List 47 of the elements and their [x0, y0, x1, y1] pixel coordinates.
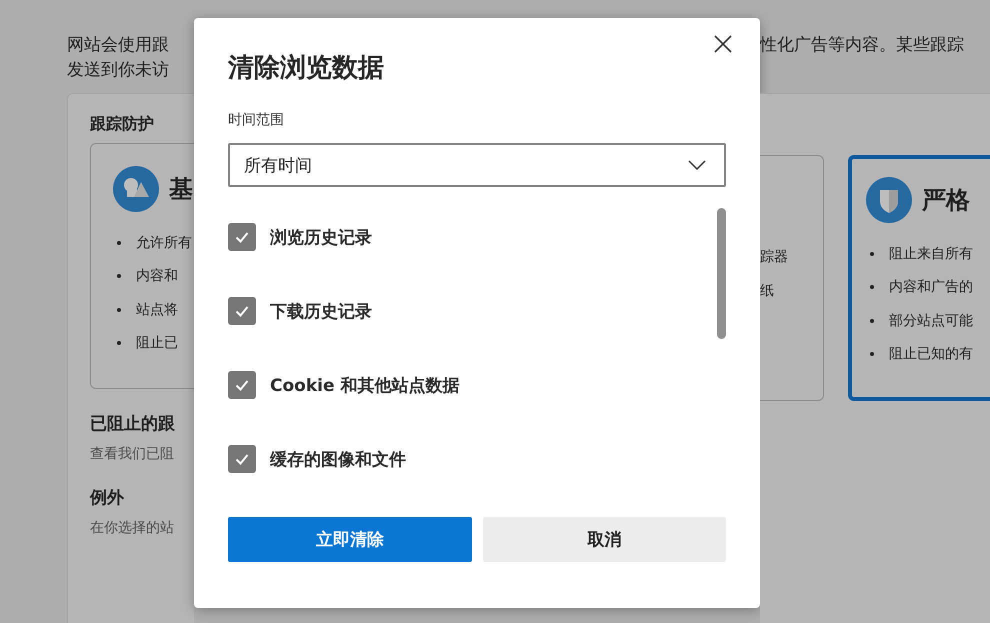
- description-text: 发送到你未访: [67, 59, 170, 82]
- shapes-icon: [113, 166, 159, 212]
- bullet-icon: [117, 274, 121, 278]
- bullet-text: 阻止已: [136, 334, 178, 352]
- checkbox-row[interactable]: Cookie 和其他站点数据: [228, 347, 717, 423]
- option-title: 严格: [922, 185, 970, 216]
- option-card[interactable]: 严格 阻止来自所有 内容和广告的 部分站点可能 阻止已知的有: [848, 155, 990, 401]
- field-label: 时间范围: [228, 111, 285, 129]
- checkbox-row[interactable]: 浏览历史记录: [228, 199, 717, 275]
- bullet-text: 阻止来自所有: [889, 244, 973, 263]
- shield-icon: [866, 177, 912, 223]
- section-title: 跟踪防护: [90, 114, 155, 135]
- chevron-down-icon: [688, 160, 706, 170]
- bullet-text: 纸: [760, 282, 775, 300]
- scrollbar-thumb[interactable]: [717, 208, 726, 339]
- option-title: 基: [169, 174, 193, 205]
- close-button[interactable]: [713, 34, 733, 54]
- dialog-title: 清除浏览数据: [228, 52, 384, 85]
- bullet-text: 阻止已知的有: [889, 345, 973, 364]
- checkbox[interactable]: [228, 223, 256, 251]
- bullet-icon: [870, 352, 874, 356]
- bullet-icon: [870, 285, 874, 290]
- cancel-button[interactable]: 取消: [482, 517, 726, 562]
- bullet-text: 部分站点可能: [889, 312, 973, 330]
- close-icon: [714, 35, 732, 53]
- checkbox[interactable]: [228, 445, 256, 473]
- bullet-text: 内容和广告的: [889, 278, 973, 296]
- bullet-text: 踪器: [760, 248, 789, 267]
- bullet-icon: [117, 308, 121, 312]
- section-title: 已阻止的跟: [90, 413, 176, 435]
- bullet-text: 站点将: [136, 300, 178, 319]
- bullet-icon: [117, 341, 121, 346]
- checkbox-row[interactable]: 下载历史记录: [228, 273, 717, 349]
- section-title: 例外: [90, 487, 125, 509]
- bullet-text: 内容和: [136, 267, 178, 286]
- bullet-text: 允许所有: [136, 234, 192, 252]
- checkbox[interactable]: [228, 371, 256, 399]
- checkbox[interactable]: [228, 297, 256, 325]
- section-description: 在你选择的站: [90, 519, 175, 537]
- bullet-icon: [870, 252, 874, 256]
- bullet-icon: [870, 318, 874, 323]
- time-range-dropdown[interactable]: 所有时间: [228, 143, 726, 187]
- bullet-icon: [117, 240, 121, 245]
- section-description: 查看我们已阻: [90, 445, 175, 463]
- checkbox-row[interactable]: 缓存的图像和文件: [228, 421, 717, 497]
- clear-now-button[interactable]: 立即清除: [228, 517, 472, 562]
- description-text: 网站会使用跟: [67, 34, 170, 57]
